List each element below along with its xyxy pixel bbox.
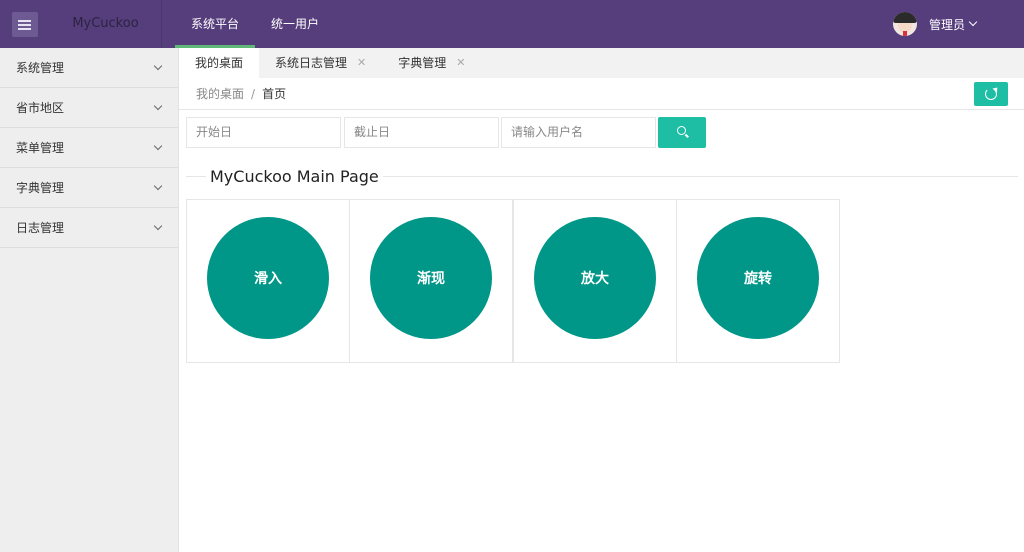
start-date-input[interactable]: 开始日	[186, 117, 341, 148]
breadcrumb-parent[interactable]: 我的桌面	[196, 87, 244, 101]
animation-circle[interactable]: 滑入	[207, 217, 329, 339]
breadcrumb-current: 首页	[262, 87, 287, 101]
nav-unified-user[interactable]: 统一用户	[255, 0, 335, 48]
chevron-down-icon	[153, 141, 163, 151]
top-nav: 系统平台 统一用户	[175, 0, 335, 48]
chevron-down-icon	[153, 61, 163, 71]
animation-circle[interactable]: 旋转	[697, 217, 819, 339]
sidebar: 系统管理 省市地区 菜单管理 字典管理 日志管理	[0, 48, 179, 552]
tab-dictionary[interactable]: 字典管理 ✕	[382, 48, 481, 78]
sidebar-item-log[interactable]: 日志管理	[0, 208, 178, 248]
search-button[interactable]	[658, 117, 706, 148]
animation-card-slide: 滑入	[186, 199, 350, 363]
animation-card-fade: 渐现	[349, 199, 513, 363]
chevron-down-icon	[153, 221, 163, 231]
breadcrumb-separator: /	[251, 87, 256, 101]
sidebar-item-dictionary[interactable]: 字典管理	[0, 168, 178, 208]
animation-card-rotate: 旋转	[676, 199, 840, 363]
tab-bar: 我的桌面 系统日志管理 ✕ 字典管理 ✕	[179, 48, 1024, 78]
close-icon[interactable]: ✕	[456, 48, 465, 78]
chevron-down-icon	[968, 17, 978, 27]
divider	[378, 176, 1018, 177]
breadcrumb: 我的桌面 / 首页	[196, 78, 286, 110]
animation-circle[interactable]: 放大	[534, 217, 656, 339]
username-input[interactable]: 请输入用户名	[501, 117, 656, 148]
user-name: 管理员	[928, 17, 965, 32]
tab-label: 系统日志管理	[275, 56, 348, 70]
chevron-down-icon	[153, 101, 163, 111]
sidebar-item-system[interactable]: 系统管理	[0, 48, 178, 88]
close-icon[interactable]: ✕	[357, 48, 366, 78]
breadcrumb-bar: 我的桌面 / 首页	[179, 78, 1024, 110]
tab-label: 字典管理	[398, 56, 447, 70]
sidebar-item-label: 省市地区	[16, 101, 65, 115]
tab-system-log[interactable]: 系统日志管理 ✕	[259, 48, 382, 78]
section-title: MyCuckoo Main Page	[210, 166, 383, 188]
sidebar-item-label: 系统管理	[16, 61, 65, 75]
end-date-input[interactable]: 截止日	[344, 117, 499, 148]
animation-circle[interactable]: 渐现	[370, 217, 492, 339]
user-menu[interactable]: 管理员	[892, 12, 978, 36]
avatar	[892, 12, 917, 36]
nav-system-platform[interactable]: 系统平台	[175, 0, 256, 48]
sidebar-item-menu[interactable]: 菜单管理	[0, 128, 178, 168]
sidebar-item-label: 日志管理	[16, 221, 65, 235]
sidebar-item-region[interactable]: 省市地区	[0, 88, 178, 128]
sidebar-item-label: 字典管理	[16, 181, 65, 195]
chevron-down-icon	[153, 181, 163, 191]
animation-card-zoom: 放大	[513, 199, 677, 363]
tab-label: 我的桌面	[195, 56, 244, 70]
divider	[186, 176, 206, 177]
menu-list-icon[interactable]	[12, 12, 38, 37]
sidebar-item-label: 菜单管理	[16, 141, 65, 155]
tab-my-desktop[interactable]: 我的桌面	[179, 48, 260, 78]
refresh-button[interactable]	[974, 82, 1008, 106]
top-header: MyCuckoo 系统平台 统一用户 管理员	[0, 0, 1024, 48]
app-logo: MyCuckoo	[50, 0, 162, 48]
